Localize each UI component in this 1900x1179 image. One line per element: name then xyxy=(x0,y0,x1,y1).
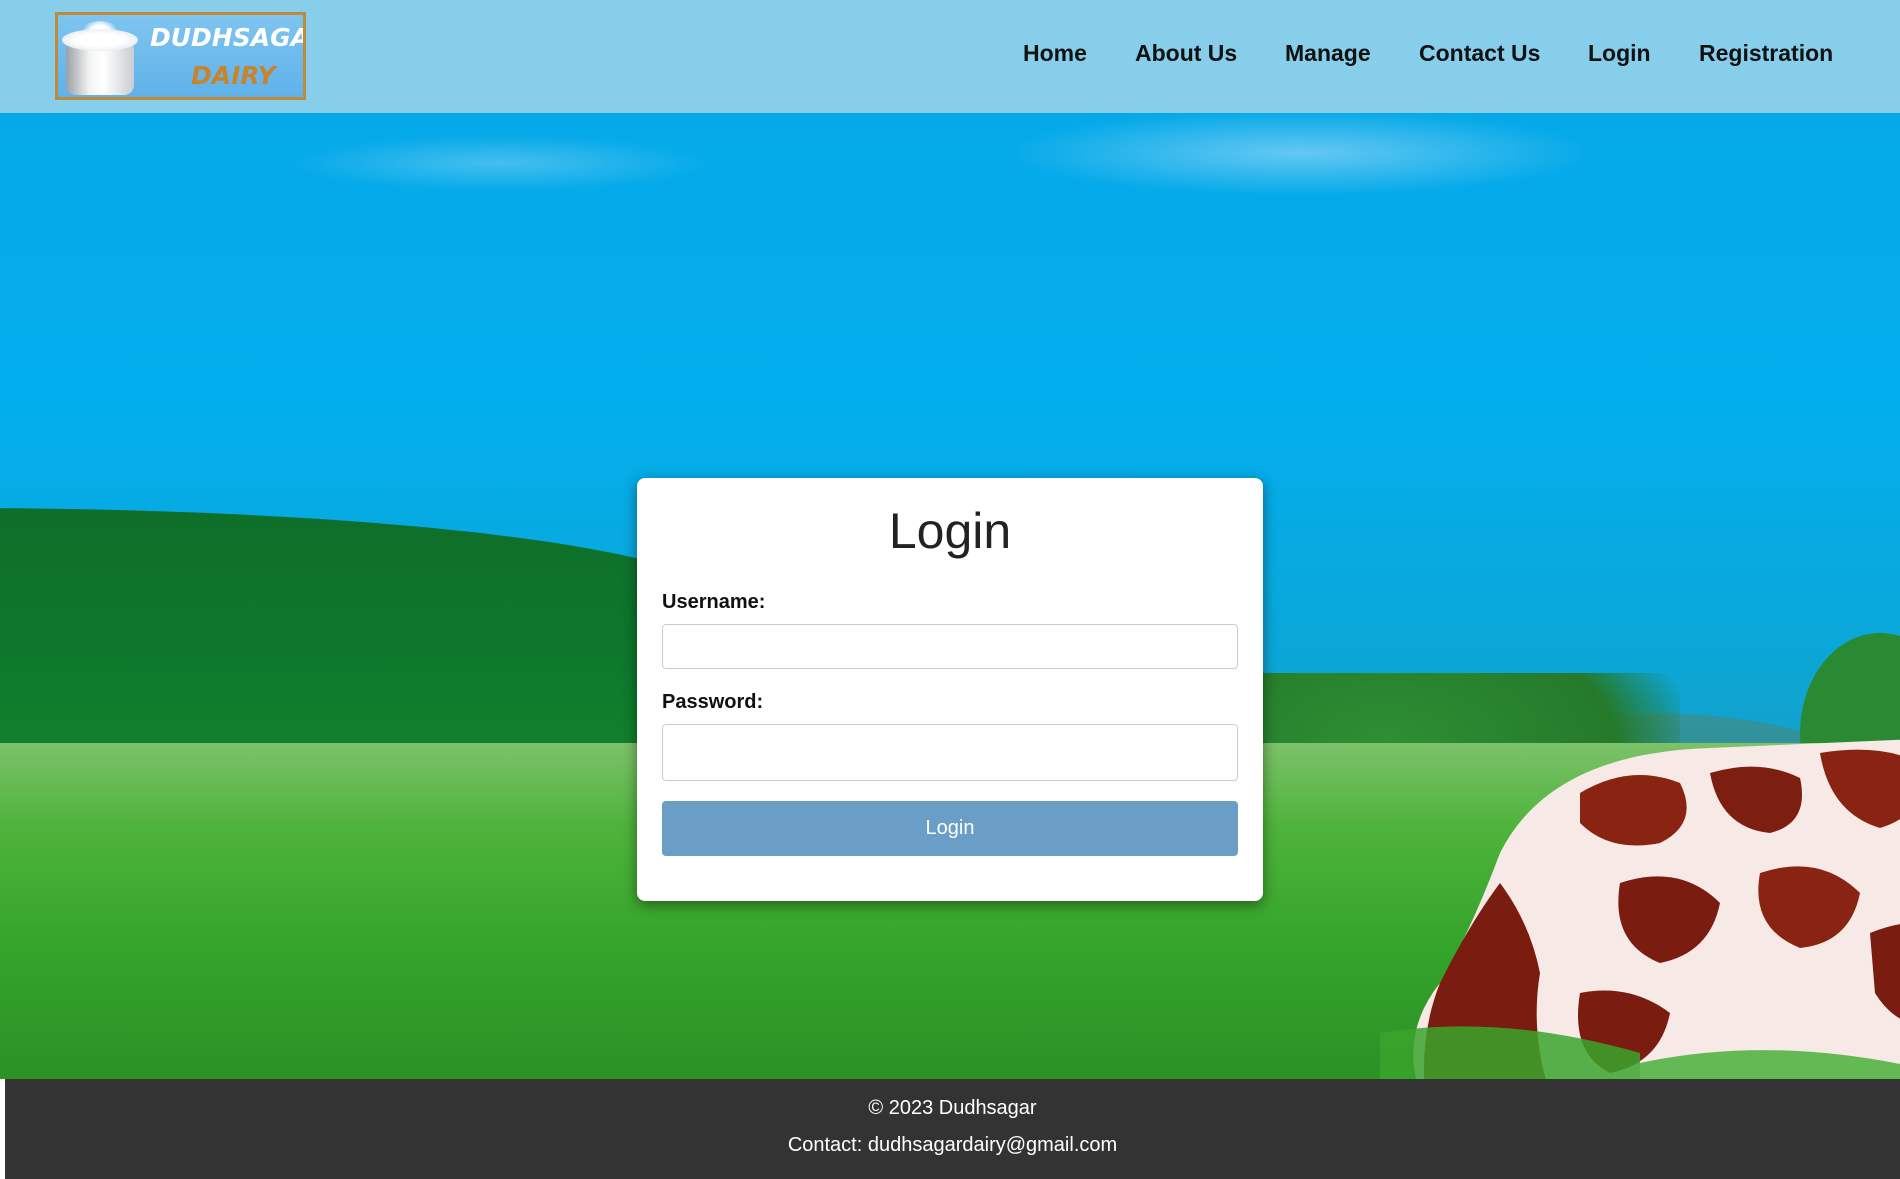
dudhsagar-dairy-logo[interactable]: DUDHSAGAR DAIRY xyxy=(55,12,306,100)
nav-link-home[interactable]: Home xyxy=(1023,40,1087,67)
nav-link-about-us[interactable]: About Us xyxy=(1135,40,1237,67)
username-input[interactable] xyxy=(662,624,1238,669)
nav-link-contact-us[interactable]: Contact Us xyxy=(1419,40,1540,67)
logo-text-line2: DAIRY xyxy=(191,61,276,90)
grazing-cow-image xyxy=(1380,739,1900,1079)
username-label: Username: xyxy=(662,591,766,613)
site-header: DUDHSAGAR DAIRY Home About Us Manage Con… xyxy=(0,0,1900,113)
logo-text-line1: DUDHSAGAR xyxy=(150,23,303,52)
site-footer: © 2023 Dudhsagar Contact: dudhsagardairy… xyxy=(5,1079,1900,1179)
footer-copyright: © 2023 Dudhsagar xyxy=(868,1097,1037,1119)
nav-link-login[interactable]: Login xyxy=(1588,40,1651,67)
login-card: Login Username: Password: Login xyxy=(637,478,1263,901)
password-input[interactable] xyxy=(662,724,1238,781)
login-title: Login xyxy=(888,503,1012,559)
nav-link-manage[interactable]: Manage xyxy=(1285,40,1371,67)
password-label: Password: xyxy=(662,691,764,713)
milk-cup-icon xyxy=(62,29,138,95)
sky-clouds xyxy=(0,113,1900,373)
nav-link-registration[interactable]: Registration xyxy=(1699,40,1833,67)
footer-contact: Contact: dudhsagardairy@gmail.com xyxy=(787,1134,1118,1156)
login-submit-button[interactable]: Login xyxy=(662,801,1238,856)
